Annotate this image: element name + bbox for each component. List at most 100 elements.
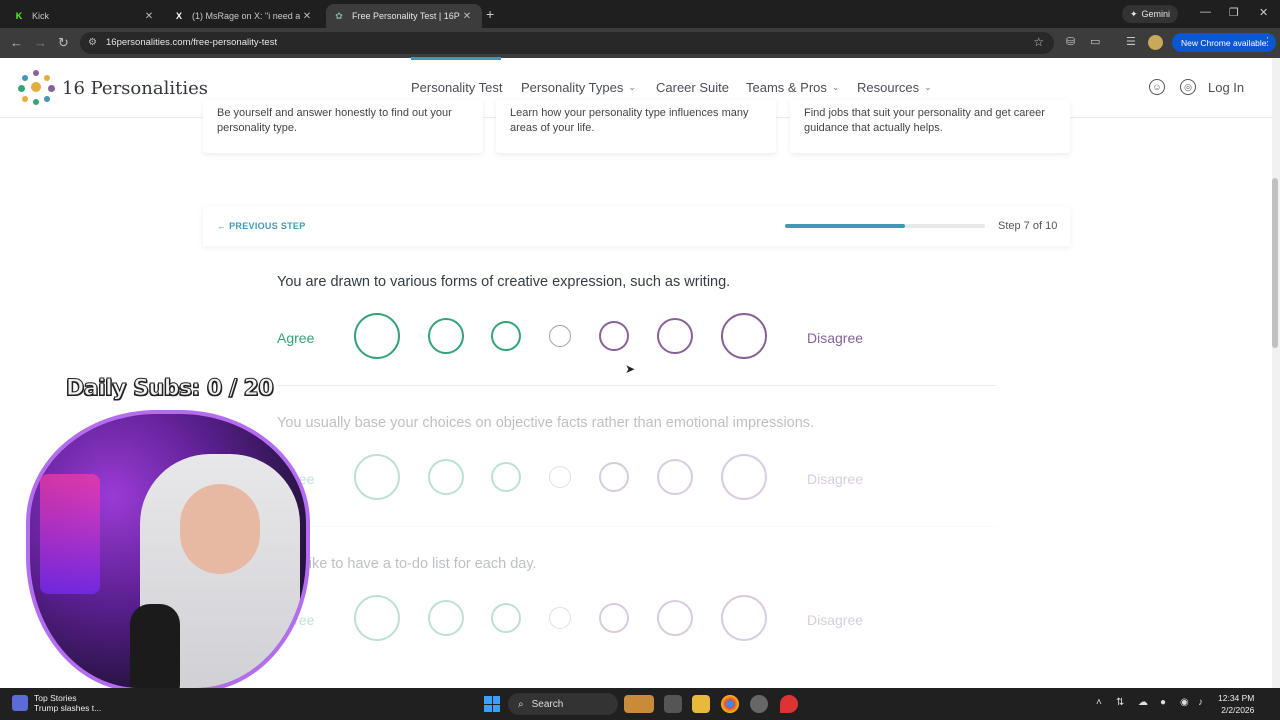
restore-icon[interactable]: ❐ <box>1229 6 1239 19</box>
previous-step-button[interactable]: ← PREVIOUS STEP <box>217 221 306 231</box>
disagree-label: Disagree <box>807 330 864 346</box>
site-info-icon[interactable]: ⚙ <box>88 37 97 48</box>
back-icon[interactable]: ← <box>10 35 23 50</box>
taskbar-clock[interactable]: 12:34 PM 2/2/2026 <box>1218 692 1254 716</box>
answer-option-agree[interactable] <box>428 600 464 636</box>
app-icon[interactable] <box>750 695 768 713</box>
windows-taskbar: Top Stories Trump slashes t... ⌕ Search … <box>0 688 1280 720</box>
gemini-button[interactable]: ✦ Gemini <box>1122 5 1179 23</box>
nav-label: Resources <box>857 80 920 95</box>
reading-list-icon[interactable]: ☰ <box>1126 35 1136 48</box>
answer-option-neutral[interactable] <box>549 325 571 347</box>
reload-icon[interactable]: ↻ <box>58 35 69 51</box>
card-text: Be yourself and answer honestly to find … <box>217 107 452 134</box>
answer-option-agree-strong[interactable] <box>354 454 400 500</box>
task-view-icon[interactable] <box>664 695 682 713</box>
taskbar-search[interactable]: ⌕ Search <box>508 693 618 715</box>
news-widget[interactable]: Top Stories Trump slashes t... <box>12 693 101 713</box>
step-label: Step 7 of 10 <box>998 220 1058 232</box>
answer-option-disagree-slight[interactable] <box>599 321 629 351</box>
question-text: You usually base your choices on objecti… <box>277 415 815 431</box>
answer-option-disagree[interactable] <box>657 318 693 354</box>
new-chrome-label: New Chrome available <box>1181 37 1267 48</box>
browser-toolbar: ← → ↻ ⚙ 16personalities.com/free-persona… <box>0 28 1280 58</box>
file-explorer-icon[interactable] <box>692 695 710 713</box>
gemini-label: Gemini <box>1141 9 1171 19</box>
answer-option-disagree[interactable] <box>657 459 693 495</box>
map-pin-icon[interactable] <box>780 695 798 713</box>
answer-scale: Agree Disagree <box>277 451 997 507</box>
answer-option-agree[interactable] <box>428 318 464 354</box>
answer-option-agree[interactable] <box>428 459 464 495</box>
answer-option-agree-strong[interactable] <box>354 595 400 641</box>
tab-kick[interactable]: K Kick ✕ <box>6 4 164 28</box>
answer-option-agree-slight[interactable] <box>491 603 521 633</box>
answer-scale: Agree Disagree <box>277 310 997 366</box>
nav-career-suite[interactable]: Career Suite <box>656 80 729 95</box>
page-scrollbar[interactable] <box>1272 58 1280 688</box>
scroll-thumb[interactable] <box>1272 178 1278 348</box>
cloud-icon[interactable]: ☁ <box>1138 697 1148 708</box>
logo-dots-icon <box>18 70 56 106</box>
network-icon[interactable]: ⇅ <box>1116 697 1124 708</box>
answer-option-disagree-strong[interactable] <box>721 454 767 500</box>
chevron-down-icon: ⌄ <box>628 82 636 92</box>
close-tab-icon[interactable]: ✕ <box>460 11 474 22</box>
progress-fill <box>785 224 905 228</box>
16p-favicon-icon: ✿ <box>335 10 343 21</box>
answer-option-disagree-slight[interactable] <box>599 603 629 633</box>
close-tab-icon[interactable]: ✕ <box>300 11 314 22</box>
answer-option-disagree-strong[interactable] <box>721 595 767 641</box>
close-tab-icon[interactable]: ✕ <box>142 11 156 22</box>
chevron-down-icon: ⌄ <box>831 82 840 92</box>
kick-favicon-icon: K <box>15 11 23 21</box>
volume-icon[interactable]: ♪ <box>1198 697 1203 708</box>
nav-label: Teams & Pros <box>746 80 827 95</box>
login-link[interactable]: Log In <box>1208 80 1244 95</box>
answer-option-neutral[interactable] <box>549 466 571 488</box>
news-icon <box>12 695 28 711</box>
globe-icon[interactable]: ◎ <box>1180 79 1196 95</box>
menu-kebab-icon[interactable]: ⋮ <box>1262 35 1273 48</box>
answer-option-disagree-slight[interactable] <box>599 462 629 492</box>
nav-personality-types[interactable]: Personality Types ⌄ <box>521 80 636 95</box>
new-chrome-available-button[interactable]: New Chrome available <box>1172 33 1276 52</box>
address-bar[interactable]: ⚙ 16personalities.com/free-personality-t… <box>80 32 1054 54</box>
answer-option-agree-slight[interactable] <box>491 321 521 351</box>
accessibility-icon[interactable]: ☺ <box>1149 79 1165 95</box>
nav-label: Career Suite <box>656 80 729 95</box>
news-subtitle: Trump slashes t... <box>34 703 102 713</box>
profile-avatar[interactable] <box>1148 35 1163 50</box>
site-logo[interactable]: 16 Personalities <box>18 70 208 106</box>
answer-option-disagree[interactable] <box>657 600 693 636</box>
x-favicon-icon: X <box>175 11 182 21</box>
nav-teams-pros[interactable]: Teams & Pros ⌄ <box>746 80 839 95</box>
previous-step-label: PREVIOUS STEP <box>229 221 306 231</box>
tab-title: Free Personality Test | 16Person <box>352 11 460 21</box>
question-3: You like to have a to-do list for each d… <box>277 556 997 641</box>
nav-label: Personality Test <box>411 80 503 95</box>
wifi-icon[interactable]: ◉ <box>1180 697 1189 708</box>
tab-16personalities[interactable]: ✿ Free Personality Test | 16Person ✕ <box>326 4 482 28</box>
answer-option-agree-slight[interactable] <box>491 462 521 492</box>
answer-option-neutral[interactable] <box>549 607 571 629</box>
chevron-up-icon[interactable]: ˄ <box>1096 697 1102 708</box>
progress-track <box>785 224 985 228</box>
answer-option-agree-strong[interactable] <box>354 313 400 359</box>
feature-card: Find jobs that suit your personality and… <box>790 100 1070 153</box>
close-window-icon[interactable]: ✕ <box>1259 6 1268 19</box>
mic-icon[interactable]: ● <box>1160 697 1166 708</box>
cast-icon[interactable]: ▭ <box>1090 35 1100 48</box>
bookmark-star-icon[interactable]: ☆ <box>1033 35 1044 49</box>
windows-start-icon[interactable] <box>484 696 500 712</box>
minimize-icon[interactable]: — <box>1200 6 1211 18</box>
answer-option-disagree-strong[interactable] <box>721 313 767 359</box>
tab-x[interactable]: X (1) MsRage on X: "i need a ENF ✕ <box>166 4 322 28</box>
nav-personality-test[interactable]: Personality Test <box>411 80 503 95</box>
widget-app-icon[interactable] <box>624 695 654 713</box>
nav-resources[interactable]: Resources ⌄ <box>857 80 932 95</box>
forward-icon[interactable]: → <box>34 35 47 50</box>
new-tab-icon[interactable]: + <box>486 6 494 22</box>
chrome-icon[interactable] <box>721 695 739 713</box>
extension-icon[interactable]: ⛁ <box>1066 35 1075 48</box>
